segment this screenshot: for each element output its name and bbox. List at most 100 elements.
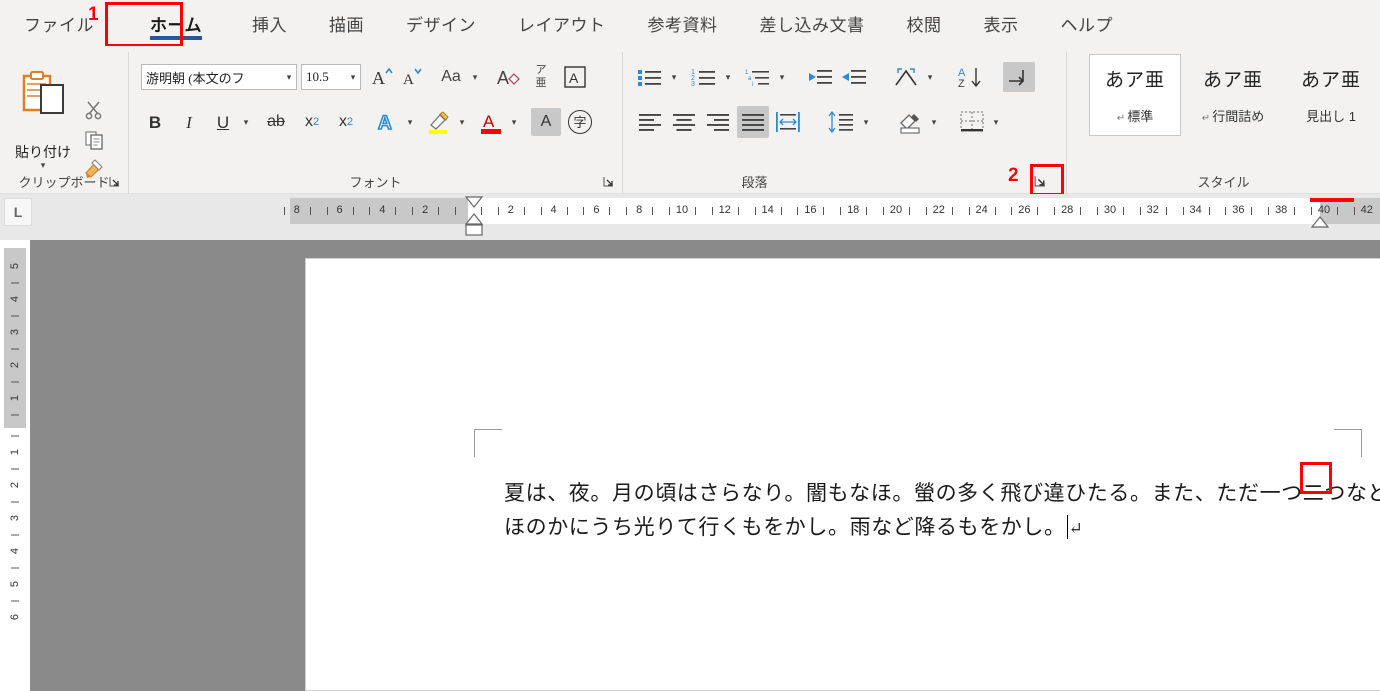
- change-case-button[interactable]: Aa: [435, 64, 467, 90]
- font-name-combo[interactable]: 游明朝 (本文のフ ▾: [141, 64, 297, 90]
- chevron-down-icon[interactable]: ▾: [346, 72, 360, 83]
- ribbon-tab-bar: ファイル ホーム 挿入 描画 デザイン レイアウト 参考資料 差し込み文書 校閲…: [0, 0, 1380, 46]
- tab-review[interactable]: 校閲: [893, 5, 956, 42]
- tab-design[interactable]: デザイン: [392, 5, 490, 42]
- decrease-indent-button[interactable]: [805, 64, 835, 90]
- bullet-list-icon: [637, 67, 663, 87]
- document-page[interactable]: 夏は、夜。月の頃はさらなり。闇もなほ。螢の多く飛び違ひたる。また、ただ一つ二つな…: [305, 258, 1380, 691]
- tab-view[interactable]: 表示: [970, 5, 1033, 42]
- callout-number-1: 1: [88, 4, 99, 25]
- superscript-button[interactable]: x2: [331, 108, 361, 136]
- cut-button[interactable]: [80, 96, 108, 124]
- document-body-text[interactable]: 夏は、夜。月の頃はさらなり。闇もなほ。螢の多く飛び違ひたる。また、ただ一つ二つな…: [504, 476, 1380, 546]
- tab-home[interactable]: ホーム: [136, 5, 216, 42]
- style-name-standard: ↵ 標準: [1117, 106, 1153, 125]
- multilevel-list-button[interactable]: 1 a i: [743, 64, 773, 90]
- italic-button[interactable]: I: [175, 108, 203, 136]
- change-case-dropdown-caret[interactable]: ▾: [467, 64, 483, 90]
- right-indent-marker[interactable]: [1310, 216, 1330, 228]
- ruler-number: 6: [336, 204, 343, 216]
- enclose-characters-button[interactable]: 字: [565, 108, 595, 136]
- bullets-button[interactable]: [635, 64, 665, 90]
- character-shading-button[interactable]: A: [531, 108, 561, 136]
- ruler-number: 18: [847, 204, 860, 216]
- phonetic-guide-button[interactable]: ア 亜: [527, 62, 555, 92]
- line-spacing-dropdown-caret[interactable]: ▾: [857, 108, 875, 136]
- grow-font-button[interactable]: A: [369, 64, 395, 90]
- shading-button[interactable]: [895, 108, 925, 136]
- justify-button[interactable]: [737, 106, 769, 138]
- numbering-dropdown-caret[interactable]: ▾: [719, 64, 737, 90]
- bold-button[interactable]: B: [141, 108, 169, 136]
- align-left-button[interactable]: [635, 108, 665, 136]
- chevron-down-icon: ▾: [779, 71, 785, 82]
- tab-insert[interactable]: 挿入: [238, 5, 301, 42]
- tab-layout[interactable]: レイアウト: [504, 5, 620, 42]
- underline-button[interactable]: U: [209, 108, 237, 136]
- vertical-ruler[interactable]: 5 4 3 2 1 1 2 3 4 5 6: [0, 240, 30, 691]
- asian-layout-dropdown-caret[interactable]: ▾: [921, 64, 939, 90]
- multilevel-list-dropdown-caret[interactable]: ▾: [773, 64, 791, 90]
- line-spacing-button[interactable]: [825, 108, 857, 136]
- strikethrough-button[interactable]: ab: [261, 108, 291, 136]
- numbering-button[interactable]: 1 2 3: [689, 64, 719, 90]
- style-item-standard[interactable]: あア亜 ↵ 標準: [1089, 54, 1181, 136]
- clipboard-group-label: クリップボード: [18, 174, 110, 190]
- canvas-left-gutter: [30, 240, 305, 691]
- clipboard-dialog-launcher[interactable]: [106, 173, 122, 189]
- superscript-sup: 2: [346, 115, 354, 128]
- text-highlight-button[interactable]: [425, 108, 453, 136]
- clear-formatting-button[interactable]: A: [495, 64, 523, 90]
- subscript-button[interactable]: x2: [297, 108, 327, 136]
- font-color-icon: A: [479, 109, 503, 135]
- tab-layout-label: レイアウト: [518, 15, 606, 35]
- tab-draw[interactable]: 描画: [315, 5, 378, 42]
- style-item-no-spacing[interactable]: あア亜 ↵ 行間詰め: [1187, 54, 1279, 136]
- font-color-button[interactable]: A: [477, 108, 505, 136]
- font-color-dropdown-caret[interactable]: ▾: [505, 108, 523, 136]
- tab-references[interactable]: 参考資料: [634, 5, 732, 42]
- shading-dropdown-caret[interactable]: ▾: [925, 108, 943, 136]
- underline-dropdown-caret[interactable]: ▾: [237, 108, 255, 136]
- font-dialog-launcher[interactable]: [600, 173, 616, 189]
- shading-icon: [897, 110, 923, 134]
- borders-button[interactable]: [957, 108, 987, 136]
- character-border-button[interactable]: A: [561, 64, 589, 90]
- horizontal-ruler[interactable]: L 8 6 4 2 2 4 6 8 10 12 14 16 18 20 22 24 26 28 30 32 34 36 38…: [0, 194, 1380, 240]
- chevron-down-icon[interactable]: ▾: [282, 72, 296, 83]
- style-item-heading1[interactable]: あア亜 見出し 1: [1285, 54, 1377, 136]
- align-center-button[interactable]: [669, 108, 699, 136]
- decrease-indent-icon: [807, 67, 833, 87]
- style-label-heading1: 見出し 1: [1306, 109, 1356, 124]
- left-indent-marker[interactable]: [464, 224, 484, 236]
- show-formatting-marks-button[interactable]: [1003, 62, 1035, 92]
- first-line-indent-marker[interactable]: [464, 196, 484, 208]
- sort-button[interactable]: A Z: [955, 64, 985, 90]
- asian-layout-button[interactable]: [891, 64, 921, 90]
- paste-button[interactable]: [8, 52, 80, 138]
- text-highlight-dropdown-caret[interactable]: ▾: [453, 108, 471, 136]
- align-right-button[interactable]: [703, 108, 733, 136]
- shrink-font-button[interactable]: A: [399, 64, 425, 90]
- styles-group-label: スタイル: [1197, 174, 1250, 190]
- bullets-dropdown-caret[interactable]: ▾: [665, 64, 683, 90]
- bold-label: B: [148, 112, 162, 132]
- chevron-down-icon: ▾: [863, 116, 869, 127]
- text-effects-button[interactable]: A: [373, 108, 401, 136]
- ruler-number: 10: [675, 204, 689, 216]
- text-effects-dropdown-caret[interactable]: ▾: [401, 108, 419, 136]
- tab-stop-selector[interactable]: L: [4, 198, 32, 226]
- paragraph-dialog-launcher[interactable]: [1032, 173, 1048, 189]
- ruler-track[interactable]: 8 6 4 2 2 4 6 8 10 12 14 16 18 20 22 24 26 28 30 32 34 36 38 40…: [283, 198, 1380, 224]
- ruler-number: 14: [761, 204, 774, 216]
- ribbon-group-font: 游明朝 (本文のフ ▾ 10.5 ▾ A A Aa ▾ A ア 亜 A B I …: [129, 46, 622, 194]
- increase-indent-button[interactable]: [839, 64, 869, 90]
- borders-dropdown-caret[interactable]: ▾: [987, 108, 1005, 136]
- font-size-combo[interactable]: 10.5 ▾: [301, 64, 361, 90]
- tab-mailings[interactable]: 差し込み文書: [746, 5, 879, 42]
- tab-references-label: 参考資料: [647, 15, 718, 35]
- copy-button[interactable]: [80, 126, 108, 154]
- ruler-tick: [1011, 207, 1013, 215]
- tab-help[interactable]: ヘルプ: [1047, 5, 1128, 42]
- distribute-button[interactable]: [773, 108, 803, 136]
